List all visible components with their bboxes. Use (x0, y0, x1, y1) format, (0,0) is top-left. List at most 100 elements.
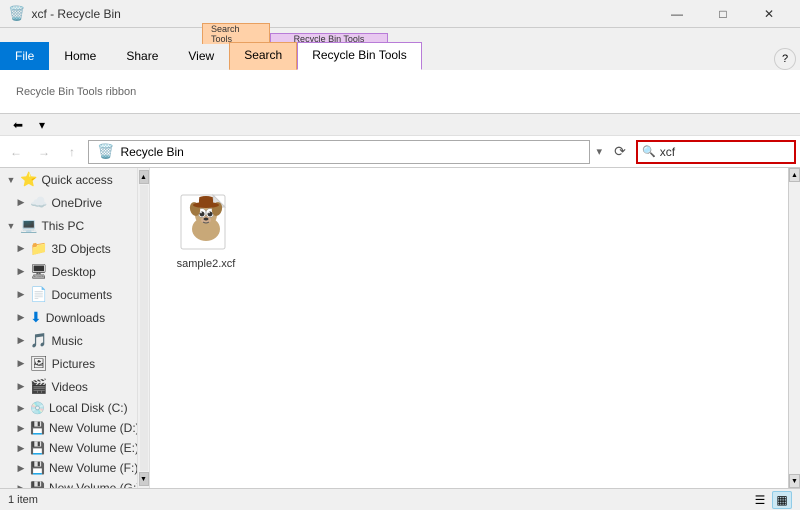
scroll-track-empty (789, 182, 800, 474)
refresh-button[interactable]: ⟳ (608, 140, 632, 164)
address-box[interactable]: 🗑️ Recycle Bin (88, 140, 590, 164)
sidebar-item-desktop[interactable]: ▶ 🖥 Desktop (0, 260, 149, 283)
vol-f-label: New Volume (F:) (49, 461, 138, 475)
expand-documents[interactable]: ▶ (14, 288, 28, 302)
title-controls: — □ ✕ (654, 0, 792, 28)
tab-home[interactable]: Home (49, 42, 111, 70)
tab-recycle-bin-tools[interactable]: Recycle Bin Tools (297, 42, 422, 70)
back-button[interactable]: ← (4, 140, 28, 164)
status-item-count: 1 item (8, 494, 750, 506)
sidebar-item-this-pc[interactable]: ▼ 💻 This PC (0, 214, 149, 237)
sidebar-item-vol-e[interactable]: ▶ 💾 New Volume (E:) (0, 438, 149, 458)
sidebar-item-vol-d[interactable]: ▶ 💾 New Volume (D:) (0, 418, 149, 438)
file-scroll-area: sample2.xcf ▲ ▼ (150, 168, 800, 488)
local-c-label: Local Disk (C:) (49, 401, 128, 415)
tab-search[interactable]: Search (229, 42, 297, 70)
scroll-down-icon[interactable]: ▼ (139, 472, 149, 486)
onedrive-icon: ☁️ (30, 194, 47, 211)
expand-vol-e[interactable]: ▶ (14, 441, 28, 455)
expand-vol-f[interactable]: ▶ (14, 461, 28, 475)
expand-music[interactable]: ▶ (14, 334, 28, 348)
scroll-up-icon[interactable]: ▲ (139, 170, 149, 184)
up-button[interactable]: ↑ (60, 140, 84, 164)
expand-local-c[interactable]: ▶ (14, 401, 28, 415)
pictures-label: Pictures (52, 357, 95, 371)
vol-g-label: New Volume (G:) (49, 481, 140, 488)
tab-view[interactable]: View (173, 42, 229, 70)
search-tools-label: Search Tools (202, 23, 270, 44)
vol-f-icon: 💾 (30, 461, 45, 475)
title-bar: 🗑️ xcf - Recycle Bin — □ ✕ (0, 0, 800, 28)
address-dropdown-arrow[interactable]: ▾ (594, 145, 604, 158)
quick-access-toolbar: ⬅ ▾ (0, 114, 800, 136)
address-bar: ← → ↑ 🗑️ Recycle Bin ▾ ⟳ 🔍 ✕ (0, 136, 800, 168)
expand-desktop[interactable]: ▶ (14, 265, 28, 279)
expand-vol-d[interactable]: ▶ (14, 421, 28, 435)
sidebar-item-local-c[interactable]: ▶ 💿 Local Disk (C:) (0, 398, 149, 418)
expand-vol-g[interactable]: ▶ (14, 481, 28, 488)
close-button[interactable]: ✕ (746, 0, 792, 28)
sidebar-item-downloads[interactable]: ▶ ⬇ Downloads (0, 306, 149, 329)
search-box[interactable]: 🔍 ✕ (636, 140, 796, 164)
vol-e-label: New Volume (E:) (49, 441, 139, 455)
address-location-text: Recycle Bin (120, 145, 183, 159)
expand-pictures[interactable]: ▶ (14, 357, 28, 371)
sidebar-item-quick-access[interactable]: ▼ ⭐ Quick access (0, 168, 149, 191)
tab-share[interactable]: Share (111, 42, 173, 70)
sidebar-item-documents[interactable]: ▶ 📄 Documents (0, 283, 149, 306)
expand-this-pc[interactable]: ▼ (4, 219, 18, 233)
details-view-button[interactable]: ▦ (772, 491, 792, 509)
sidebar-item-vol-g[interactable]: ▶ 💾 New Volume (G:) (0, 478, 149, 488)
sidebar-item-pictures[interactable]: ▶ 🖼 Pictures (0, 352, 149, 375)
vol-d-icon: 💾 (30, 421, 45, 435)
desktop-icon: 🖥 (30, 263, 48, 280)
sidebar-item-onedrive[interactable]: ▶ ☁️ OneDrive (0, 191, 149, 214)
file-scrollbar[interactable]: ▲ ▼ (788, 168, 800, 488)
quick-access-label: Quick access (41, 173, 112, 187)
sidebar-item-music[interactable]: ▶ 🎵 Music (0, 329, 149, 352)
status-bar: 1 item ☰ ▦ (0, 488, 800, 510)
maximize-button[interactable]: □ (700, 0, 746, 28)
scroll-down-btn[interactable]: ▼ (789, 474, 800, 488)
window-icon: 🗑️ (8, 5, 25, 22)
qat-btn-1[interactable]: ⬅ (8, 115, 28, 135)
expand-quick-access[interactable]: ▼ (4, 173, 18, 187)
sidebar-inner: ▼ ⭐ Quick access ▶ ☁️ OneDrive ▼ 💻 This … (0, 168, 149, 488)
ribbon-body: Recycle Bin Tools ribbon (0, 70, 800, 114)
file-area: sample2.xcf (150, 168, 788, 488)
3d-label: 3D Objects (51, 242, 110, 256)
sidebar-item-vol-f[interactable]: ▶ 💾 New Volume (F:) (0, 458, 149, 478)
videos-icon: 🎬 (30, 378, 47, 395)
minimize-button[interactable]: — (654, 0, 700, 28)
videos-label: Videos (51, 380, 87, 394)
3d-icon: 📁 (30, 240, 47, 257)
sidebar-item-videos[interactable]: ▶ 🎬 Videos (0, 375, 149, 398)
documents-icon: 📄 (30, 286, 47, 303)
search-input[interactable] (660, 145, 800, 159)
local-c-icon: 💿 (30, 401, 45, 415)
help-button[interactable]: ? (774, 48, 796, 70)
onedrive-label: OneDrive (51, 196, 102, 210)
view-toggle-buttons: ☰ ▦ (750, 491, 792, 509)
forward-button[interactable]: → (32, 140, 56, 164)
expand-videos[interactable]: ▶ (14, 380, 28, 394)
expand-3d[interactable]: ▶ (14, 242, 28, 256)
list-view-button[interactable]: ☰ (750, 491, 770, 509)
expand-downloads[interactable]: ▶ (14, 311, 28, 325)
list-item[interactable]: sample2.xcf (166, 184, 246, 280)
qat-dropdown[interactable]: ▾ (32, 115, 52, 135)
expand-onedrive[interactable]: ▶ (14, 196, 28, 210)
downloads-icon: ⬇ (30, 309, 42, 326)
scroll-thumb-sidebar (140, 185, 148, 471)
documents-label: Documents (51, 288, 112, 302)
vol-e-icon: 💾 (30, 441, 45, 455)
sidebar-scrollbar[interactable]: ▲ ▼ (137, 168, 149, 488)
vol-d-label: New Volume (D:) (49, 421, 140, 435)
scroll-up-btn[interactable]: ▲ (789, 168, 800, 182)
tab-file[interactable]: File (0, 42, 49, 70)
sidebar-item-3d-objects[interactable]: ▶ 📁 3D Objects (0, 237, 149, 260)
address-location-icon: 🗑️ (97, 143, 114, 160)
music-icon: 🎵 (30, 332, 47, 349)
file-name: sample2.xcf (177, 257, 236, 271)
xcf-file-svg (176, 193, 236, 253)
